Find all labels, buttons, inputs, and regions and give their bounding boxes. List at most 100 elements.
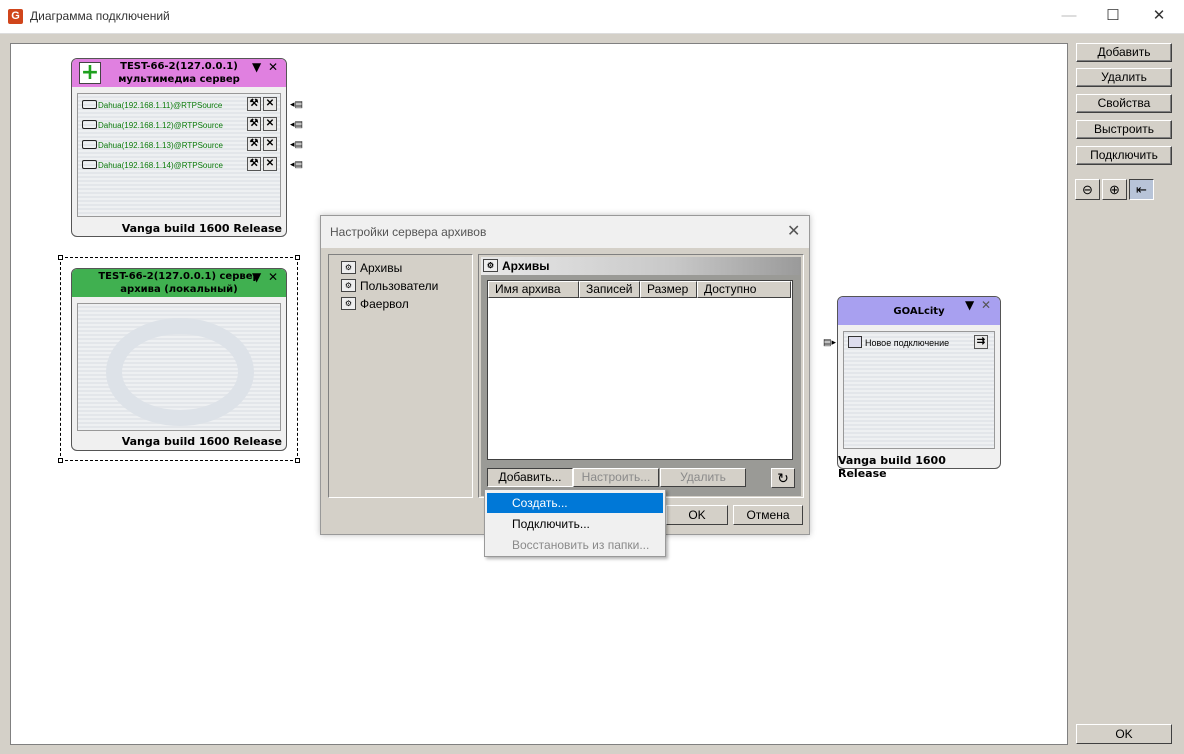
connection-item[interactable]: Новое подключение ⇉ — [848, 335, 993, 351]
film-reel-icon — [106, 318, 254, 426]
close-icon[interactable]: ✕ — [268, 271, 278, 284]
input-port-icon[interactable]: ▤▸ — [823, 338, 836, 347]
tree-item-label: Архивы — [360, 261, 403, 275]
zoom-out-icon[interactable]: ⊖ — [1075, 179, 1100, 200]
stream-item[interactable]: Dahua(192.168.1.11)@RTPSource ⚒ ✕ — [82, 96, 282, 114]
camera-icon — [82, 160, 97, 169]
dropdown-icon[interactable]: ▼ — [965, 299, 974, 312]
close-icon[interactable]: ✕ — [981, 299, 991, 312]
tree-item-firewall[interactable]: ⚙ Фаервол — [341, 297, 409, 313]
delete-archive-button[interactable]: Удалить — [660, 468, 746, 487]
node-header[interactable]: TEST-66-2(127.0.0.1) сервер архива (лока… — [72, 269, 286, 297]
resize-handle[interactable] — [58, 458, 63, 463]
node-subtitle: мультимедиа сервер — [118, 74, 240, 85]
resize-handle[interactable] — [295, 255, 300, 260]
node-title: GOALcity — [893, 306, 945, 317]
panel-title-label: Архивы — [502, 259, 550, 273]
app-logo-icon: G — [8, 9, 23, 24]
configure-archive-button[interactable]: Настроить... — [573, 468, 659, 487]
close-icon[interactable]: ✕ — [268, 61, 278, 74]
stream-item[interactable]: Dahua(192.168.1.13)@RTPSource ⚒ ✕ — [82, 136, 282, 154]
node-footer: Vanga build 1600 Release — [121, 435, 282, 448]
zoom-in-icon[interactable]: ⊕ — [1102, 179, 1127, 200]
stream-item[interactable]: Dahua(192.168.1.12)@RTPSource ⚒ ✕ — [82, 116, 282, 134]
minimize-button[interactable]: — — [1046, 4, 1092, 30]
column-available[interactable]: Доступно — [697, 281, 791, 298]
wrench-icon[interactable]: ⚒ — [247, 97, 261, 111]
archive-settings-dialog: Настройки сервера архивов ✕ ⚙ Архивы ⚙ Пол… — [320, 215, 810, 535]
tree-item-label: Пользователи — [360, 279, 439, 293]
dialog-cancel-button[interactable]: Отмена — [733, 505, 803, 525]
connect-button[interactable]: Подключить — [1076, 146, 1172, 165]
dropdown-icon[interactable]: ▼ — [252, 271, 261, 284]
dialog-close-icon[interactable]: ✕ — [787, 221, 800, 241]
menu-item-connect[interactable]: Подключить... — [487, 514, 663, 534]
expand-icon[interactable]: ⇉ — [974, 335, 988, 349]
close-window-button[interactable]: ✕ — [1136, 4, 1182, 30]
camera-icon — [82, 140, 97, 149]
archives-panel: ⚙ Архивы Имя архива Записей Размер Доступ… — [478, 254, 804, 498]
panel-frame: Имя архива Записей Размер Доступно Добав… — [481, 275, 801, 496]
add-dropdown-menu: Создать... Подключить... Восстановить из… — [484, 489, 666, 557]
dropdown-icon[interactable]: ▼ — [252, 61, 261, 74]
stream-item[interactable]: Dahua(192.168.1.14)@RTPSource ⚒ ✕ — [82, 156, 282, 174]
window-title: Диаграмма подключений — [30, 9, 170, 23]
gear-folder-icon: ⚙ — [341, 261, 356, 275]
connection-icon — [848, 336, 862, 348]
node-body — [77, 303, 281, 431]
camera-icon — [82, 100, 97, 109]
maximize-button[interactable]: ☐ — [1090, 4, 1136, 30]
tree-item-users[interactable]: ⚙ Пользователи — [341, 279, 438, 295]
stream-label: Dahua(192.168.1.13)@RTPSource — [98, 141, 223, 150]
fit-view-icon[interactable]: ⇤ — [1129, 179, 1154, 200]
gear-folder-icon: ⚙ — [341, 279, 356, 293]
column-size[interactable]: Размер — [640, 281, 697, 298]
add-archive-button[interactable]: Добавить... — [487, 468, 573, 487]
wrench-icon[interactable]: ⚒ — [247, 117, 261, 131]
window-titlebar: G Диаграмма подключений — ☐ ✕ — [0, 0, 1184, 34]
multimedia-server-node[interactable]: TEST-66-2(127.0.0.1) мультимедиа сервер … — [71, 58, 287, 237]
refresh-icon[interactable]: ↻ — [771, 468, 795, 488]
tree-item-archives[interactable]: ⚙ Архивы — [341, 261, 402, 277]
arrange-button[interactable]: Выстроить — [1076, 120, 1172, 139]
zoom-toolbar: ⊖ ⊕ ⇤ — [1075, 179, 1157, 200]
settings-tree: ⚙ Архивы ⚙ Пользователи ⚙ Фаервол — [328, 254, 473, 498]
output-port-icon[interactable]: ◂▤ — [290, 100, 303, 109]
column-records[interactable]: Записей — [579, 281, 640, 298]
camera-icon — [82, 120, 97, 129]
wrench-icon[interactable]: ⚒ — [247, 157, 261, 171]
column-archive-name[interactable]: Имя архива — [488, 281, 579, 298]
menu-item-create[interactable]: Создать... — [487, 493, 663, 513]
node-header[interactable]: GOALcity ▼ ✕ — [838, 297, 1000, 325]
node-header[interactable]: TEST-66-2(127.0.0.1) мультимедиа сервер … — [72, 59, 286, 87]
archive-server-node[interactable]: TEST-66-2(127.0.0.1) сервер архива (лока… — [71, 268, 287, 451]
wrench-icon[interactable]: ⚒ — [247, 137, 261, 151]
dialog-ok-button[interactable]: OK — [666, 505, 728, 525]
stream-label: Dahua(192.168.1.11)@RTPSource — [98, 101, 223, 110]
node-footer: Vanga build 1600 Release — [121, 222, 282, 235]
output-port-icon[interactable]: ◂▤ — [290, 120, 303, 129]
menu-item-restore[interactable]: Восстановить из папки... — [487, 535, 663, 555]
archives-list[interactable]: Имя архива Записей Размер Доступно — [487, 280, 793, 460]
resize-handle[interactable] — [58, 255, 63, 260]
panel-title: ⚙ Архивы — [481, 257, 801, 275]
remove-icon[interactable]: ✕ — [263, 117, 277, 131]
goalcity-node[interactable]: GOALcity ▼ ✕ Новое подключение ⇉ Vanga b… — [837, 296, 1001, 480]
stream-label: Dahua(192.168.1.14)@RTPSource — [98, 161, 223, 170]
remove-icon[interactable]: ✕ — [263, 137, 277, 151]
node-footer: Vanga build 1600 Release — [838, 454, 946, 480]
delete-button[interactable]: Удалить — [1076, 68, 1172, 87]
add-icon[interactable]: + — [79, 62, 101, 84]
tree-item-label: Фаервол — [360, 297, 409, 311]
add-button[interactable]: Добавить — [1076, 43, 1172, 62]
properties-button[interactable]: Свойства — [1076, 94, 1172, 113]
node-subtitle: архива (локальный) — [120, 284, 238, 295]
resize-handle[interactable] — [295, 458, 300, 463]
remove-icon[interactable]: ✕ — [263, 97, 277, 111]
ok-button[interactable]: OK — [1076, 724, 1172, 744]
output-port-icon[interactable]: ◂▤ — [290, 140, 303, 149]
dialog-title: Настройки сервера архивов — [330, 225, 487, 239]
output-port-icon[interactable]: ◂▤ — [290, 160, 303, 169]
remove-icon[interactable]: ✕ — [263, 157, 277, 171]
connection-label: Новое подключение — [865, 338, 950, 348]
